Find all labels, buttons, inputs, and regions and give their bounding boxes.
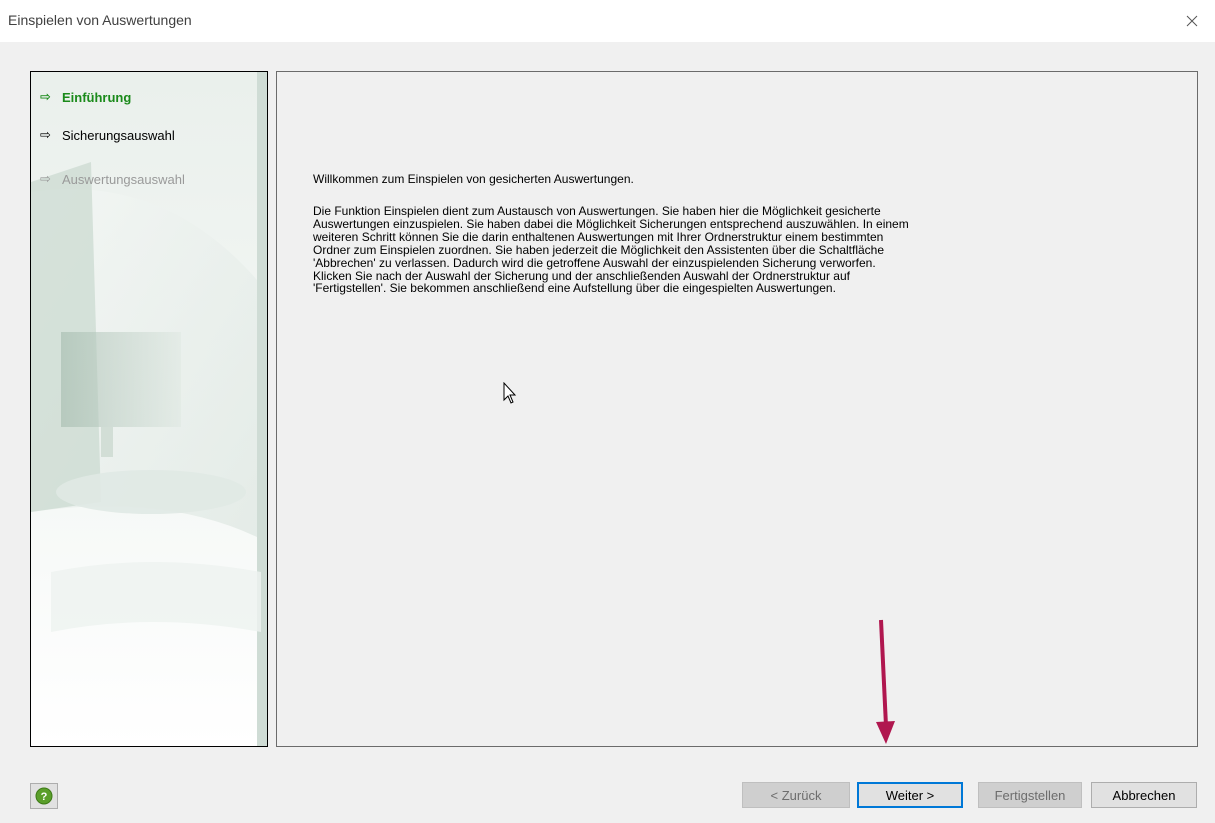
help-icon: ? <box>35 787 53 805</box>
step-einfuehrung[interactable]: ⇨ Einführung <box>40 89 131 105</box>
step-sicherungsauswahl[interactable]: ⇨ Sicherungsauswahl <box>40 127 175 143</box>
arrow-right-icon: ⇨ <box>40 171 51 186</box>
svg-text:?: ? <box>41 791 48 803</box>
help-button[interactable]: ? <box>30 783 58 809</box>
welcome-text: Willkommen zum Einspielen von gesicherte… <box>313 172 634 186</box>
description-line: weiteren Schritt können Sie die darin en… <box>313 229 884 244</box>
title-bar: Einspielen von Auswertungen <box>0 0 1215 42</box>
finish-button[interactable]: Fertigstellen <box>978 782 1082 808</box>
back-button[interactable]: < Zurück <box>742 782 850 808</box>
cancel-button[interactable]: Abbrechen <box>1091 782 1197 808</box>
close-icon <box>1186 15 1198 27</box>
mouse-cursor-icon <box>503 382 517 404</box>
arrow-right-icon: ⇨ <box>40 89 51 104</box>
description-line: 'Abbrechen' zu verlassen. Dadurch wird d… <box>313 255 876 270</box>
step-label: Auswertungsauswahl <box>62 171 185 187</box>
description-text: Die Funktion Einspielen dient zum Austau… <box>313 205 1093 295</box>
wizard-content-panel: Willkommen zum Einspielen von gesicherte… <box>276 71 1198 747</box>
annotation-arrow-icon <box>876 619 895 744</box>
window-title: Einspielen von Auswertungen <box>8 12 192 28</box>
arrow-right-icon: ⇨ <box>40 127 51 142</box>
description-line: Die Funktion Einspielen dient zum Austau… <box>313 204 881 218</box>
wizard-sidebar: ⇨ Einführung ⇨ Sicherungsauswahl ⇨ Auswe… <box>30 71 268 747</box>
description-line: Auswertungen einzuspielen. Sie haben dab… <box>313 216 909 231</box>
description-line: Ordner zum Einspielen zuordnen. Sie habe… <box>313 242 885 257</box>
step-label: Einführung <box>62 89 132 105</box>
next-button[interactable]: Weiter > <box>857 782 963 808</box>
step-label: Sicherungsauswahl <box>62 127 175 143</box>
close-button[interactable] <box>1169 0 1215 42</box>
description-line: 'Fertigstellen'. Sie bekommen anschließe… <box>313 281 836 296</box>
step-auswertungsauswahl: ⇨ Auswertungsauswahl <box>40 171 185 187</box>
